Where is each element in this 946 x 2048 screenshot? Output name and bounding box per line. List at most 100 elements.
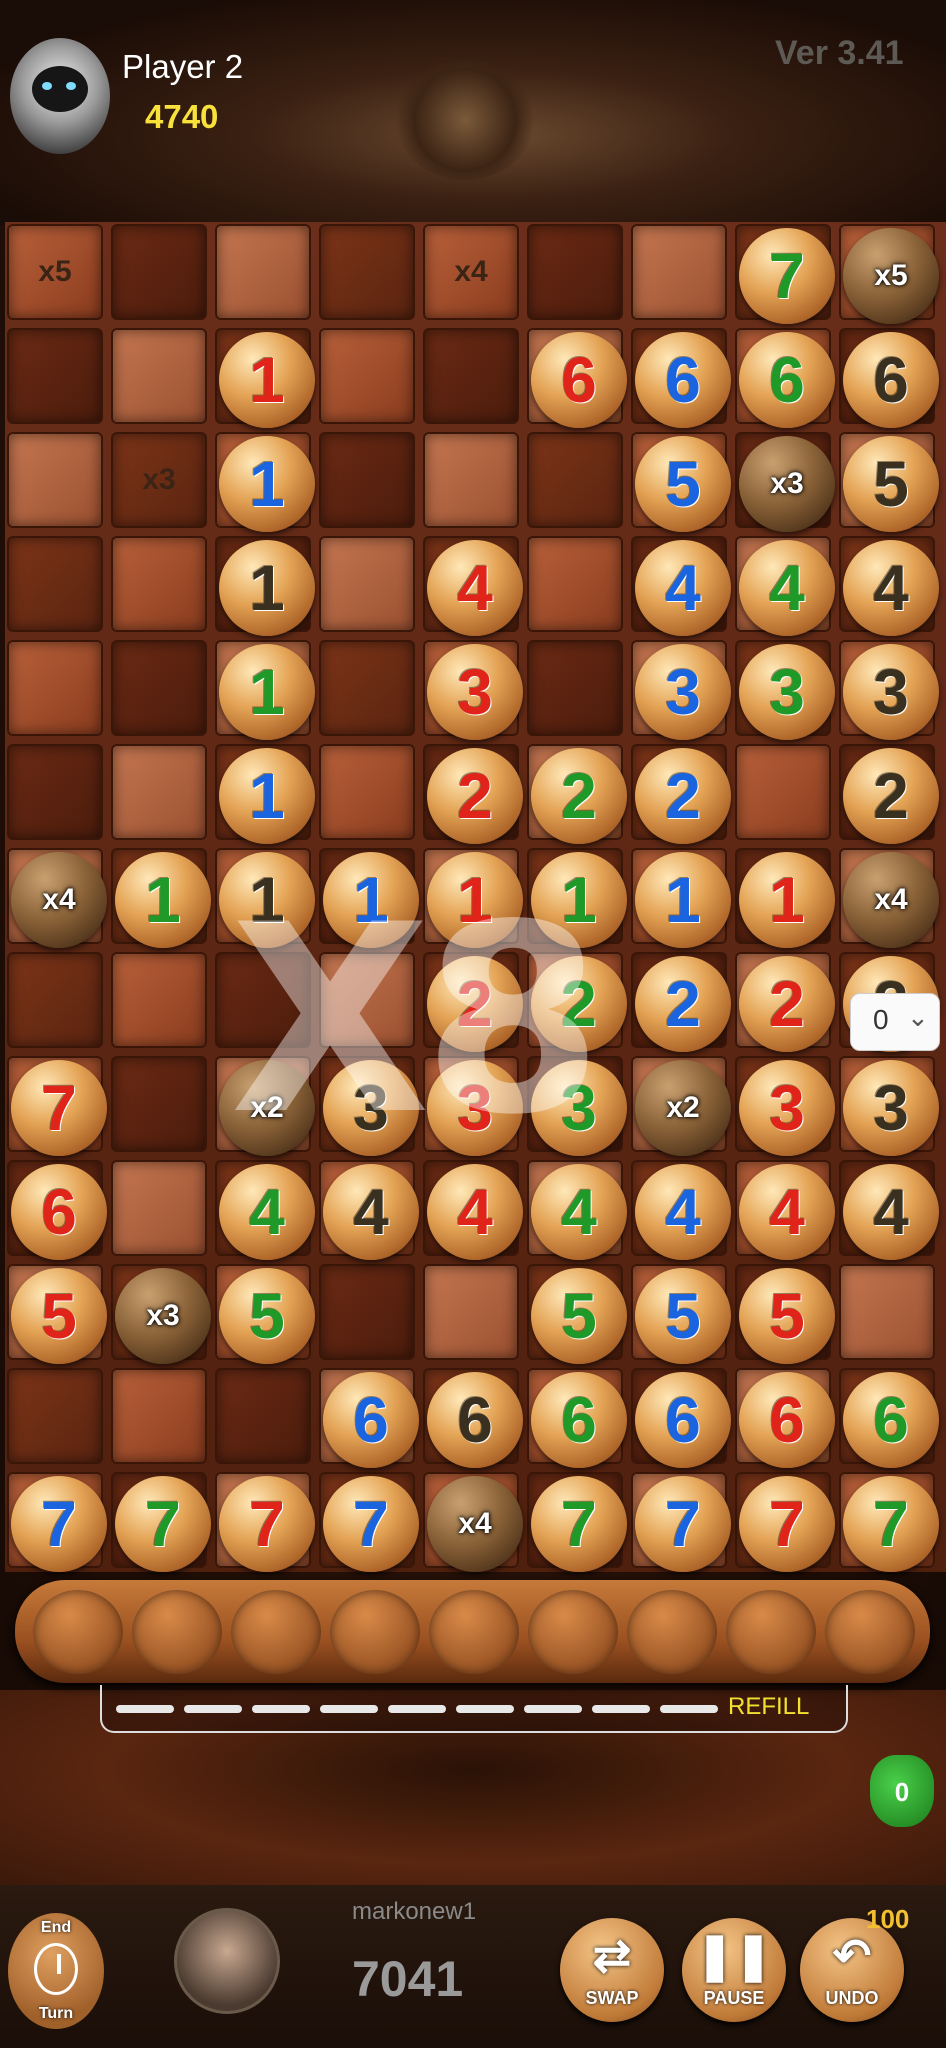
number-ball[interactable]: 6 xyxy=(843,332,939,428)
ball-tray[interactable] xyxy=(15,1580,930,1683)
number-ball[interactable]: 3 xyxy=(843,1060,939,1156)
number-ball[interactable]: 1 xyxy=(115,852,211,948)
number-ball[interactable]: 4 xyxy=(323,1164,419,1260)
number-ball[interactable]: 1 xyxy=(635,852,731,948)
number-ball[interactable]: 4 xyxy=(843,1164,939,1260)
number-ball[interactable]: 7 xyxy=(219,1476,315,1572)
number-ball[interactable]: x2 xyxy=(635,1060,731,1156)
number-ball[interactable]: 4 xyxy=(427,540,523,636)
board-cell[interactable] xyxy=(423,328,519,424)
board-cell[interactable] xyxy=(735,744,831,840)
board-cell[interactable] xyxy=(111,640,207,736)
number-ball[interactable]: 6 xyxy=(739,332,835,428)
board-cell[interactable] xyxy=(319,1264,415,1360)
board-cell[interactable] xyxy=(111,1160,207,1256)
tray-slot[interactable] xyxy=(825,1590,915,1674)
tray-slot[interactable] xyxy=(330,1590,420,1674)
number-ball[interactable]: 4 xyxy=(739,1164,835,1260)
board-cell[interactable] xyxy=(319,744,415,840)
number-ball[interactable]: 3 xyxy=(635,644,731,740)
number-ball[interactable]: 2 xyxy=(531,748,627,844)
board-cell[interactable] xyxy=(7,952,103,1048)
number-ball[interactable]: 2 xyxy=(635,748,731,844)
number-ball[interactable]: 4 xyxy=(531,1164,627,1260)
board-cell[interactable] xyxy=(7,744,103,840)
number-ball[interactable]: 5 xyxy=(531,1268,627,1364)
board-cell[interactable]: x4 xyxy=(423,224,519,320)
number-ball[interactable]: 3 xyxy=(843,644,939,740)
number-ball[interactable]: 5 xyxy=(739,1268,835,1364)
number-ball[interactable]: 1 xyxy=(219,332,315,428)
board-cell[interactable] xyxy=(215,224,311,320)
board-cell[interactable] xyxy=(527,536,623,632)
number-ball[interactable]: 6 xyxy=(635,332,731,428)
number-ball[interactable]: 6 xyxy=(635,1372,731,1468)
number-ball[interactable]: 5 xyxy=(635,436,731,532)
board-cell[interactable] xyxy=(7,536,103,632)
number-ball[interactable]: x3 xyxy=(115,1268,211,1364)
tray-slot[interactable] xyxy=(429,1590,519,1674)
number-ball[interactable]: 6 xyxy=(739,1372,835,1468)
number-ball[interactable]: 3 xyxy=(427,644,523,740)
number-ball[interactable]: x4 xyxy=(427,1476,523,1572)
number-ball[interactable]: 6 xyxy=(531,1372,627,1468)
number-ball[interactable]: 4 xyxy=(635,540,731,636)
board-cell[interactable] xyxy=(111,224,207,320)
board-cell[interactable] xyxy=(319,432,415,528)
money-bag-icon[interactable]: 0 xyxy=(870,1755,934,1827)
end-turn-button[interactable]: End Turn xyxy=(8,1913,104,2029)
number-ball[interactable]: 4 xyxy=(427,1164,523,1260)
number-ball[interactable]: 7 xyxy=(11,1060,107,1156)
number-ball[interactable]: x5 xyxy=(843,228,939,324)
board-cell[interactable] xyxy=(111,536,207,632)
board-cell[interactable] xyxy=(319,328,415,424)
number-ball[interactable]: 1 xyxy=(739,852,835,948)
board-cell[interactable] xyxy=(319,224,415,320)
number-ball[interactable]: 4 xyxy=(739,540,835,636)
number-ball[interactable]: 7 xyxy=(739,228,835,324)
board-cell[interactable] xyxy=(527,432,623,528)
number-ball[interactable]: 6 xyxy=(531,332,627,428)
board-cell[interactable] xyxy=(215,1368,311,1464)
board-cell[interactable] xyxy=(319,640,415,736)
number-ball[interactable]: 7 xyxy=(323,1476,419,1572)
board-cell[interactable] xyxy=(7,640,103,736)
number-ball[interactable]: 7 xyxy=(739,1476,835,1572)
number-ball[interactable]: 1 xyxy=(219,748,315,844)
tray-slot[interactable] xyxy=(231,1590,321,1674)
number-ball[interactable]: 7 xyxy=(531,1476,627,1572)
number-ball[interactable]: x4 xyxy=(11,852,107,948)
board-cell[interactable] xyxy=(111,952,207,1048)
number-ball[interactable]: 1 xyxy=(219,540,315,636)
number-ball[interactable]: 1 xyxy=(219,644,315,740)
pause-button[interactable]: ❚❚ PAUSE xyxy=(682,1918,786,2022)
number-ball[interactable]: 4 xyxy=(219,1164,315,1260)
number-ball[interactable]: 2 xyxy=(843,748,939,844)
number-ball[interactable]: 3 xyxy=(739,1060,835,1156)
board-cell[interactable]: x3 xyxy=(111,432,207,528)
board-cell[interactable] xyxy=(7,328,103,424)
board-cell[interactable] xyxy=(111,328,207,424)
board-cell[interactable] xyxy=(319,536,415,632)
board-cell[interactable] xyxy=(527,640,623,736)
board-cell[interactable] xyxy=(7,432,103,528)
number-ball[interactable]: 5 xyxy=(11,1268,107,1364)
number-ball[interactable]: 4 xyxy=(635,1164,731,1260)
number-ball[interactable]: 6 xyxy=(11,1164,107,1260)
number-ball[interactable]: 4 xyxy=(843,540,939,636)
number-ball[interactable]: 1 xyxy=(219,436,315,532)
number-ball[interactable]: 2 xyxy=(427,748,523,844)
board-cell[interactable] xyxy=(7,1368,103,1464)
number-ball[interactable]: 2 xyxy=(739,956,835,1052)
number-ball[interactable]: 7 xyxy=(11,1476,107,1572)
number-ball[interactable]: 7 xyxy=(635,1476,731,1572)
number-ball[interactable]: 6 xyxy=(843,1372,939,1468)
board-cell[interactable]: x5 xyxy=(7,224,103,320)
number-ball[interactable]: 7 xyxy=(843,1476,939,1572)
tray-slot[interactable] xyxy=(132,1590,222,1674)
tray-slot[interactable] xyxy=(726,1590,816,1674)
number-ball[interactable]: x4 xyxy=(843,852,939,948)
number-ball[interactable]: 5 xyxy=(219,1268,315,1364)
number-ball[interactable]: 6 xyxy=(323,1372,419,1468)
tray-slot[interactable] xyxy=(33,1590,123,1674)
